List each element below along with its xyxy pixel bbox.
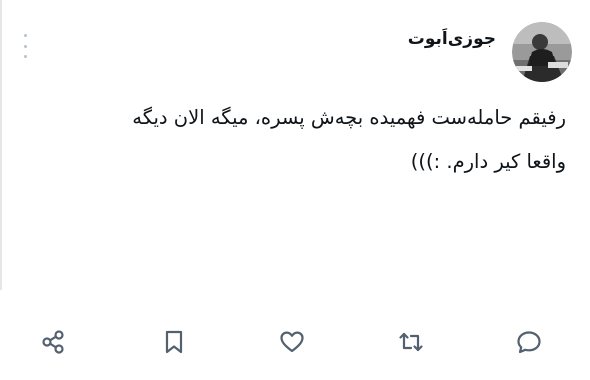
tweet-text: رفیقم حامله‌ست فهمیده بچه‌ش پسره، میگه ا… — [26, 96, 566, 184]
avatar-photo-icon — [512, 22, 572, 82]
share-icon — [42, 330, 64, 354]
reply-button[interactable] — [509, 322, 549, 362]
bookmark-button[interactable] — [154, 322, 194, 362]
like-button[interactable] — [272, 322, 312, 362]
retweet-icon — [399, 332, 423, 352]
avatar[interactable] — [512, 22, 572, 82]
tweet-text-line: واقعا کیر دارم. :))) — [410, 150, 566, 173]
heart-icon — [280, 331, 304, 353]
share-button[interactable] — [33, 322, 73, 362]
author-display-name[interactable]: جوزی‌اَبوت — [408, 27, 496, 51]
more-dot — [23, 44, 27, 48]
reply-icon — [517, 331, 541, 354]
more-dot — [23, 34, 27, 37]
retweet-button[interactable] — [391, 322, 431, 362]
more-dot — [23, 55, 27, 58]
tweet-card: جوزی‌اَبوت رفیقم حامله‌ست فهمیده بچه‌ش پ… — [0, 0, 590, 380]
bookmark-icon — [165, 330, 183, 354]
more-options-icon[interactable] — [18, 34, 32, 58]
tweet-text-line: رفیقم حامله‌ست فهمیده بچه‌ش پسره، میگه ا… — [132, 106, 566, 129]
card-divider — [0, 0, 2, 290]
tweet-action-bar — [0, 322, 590, 362]
